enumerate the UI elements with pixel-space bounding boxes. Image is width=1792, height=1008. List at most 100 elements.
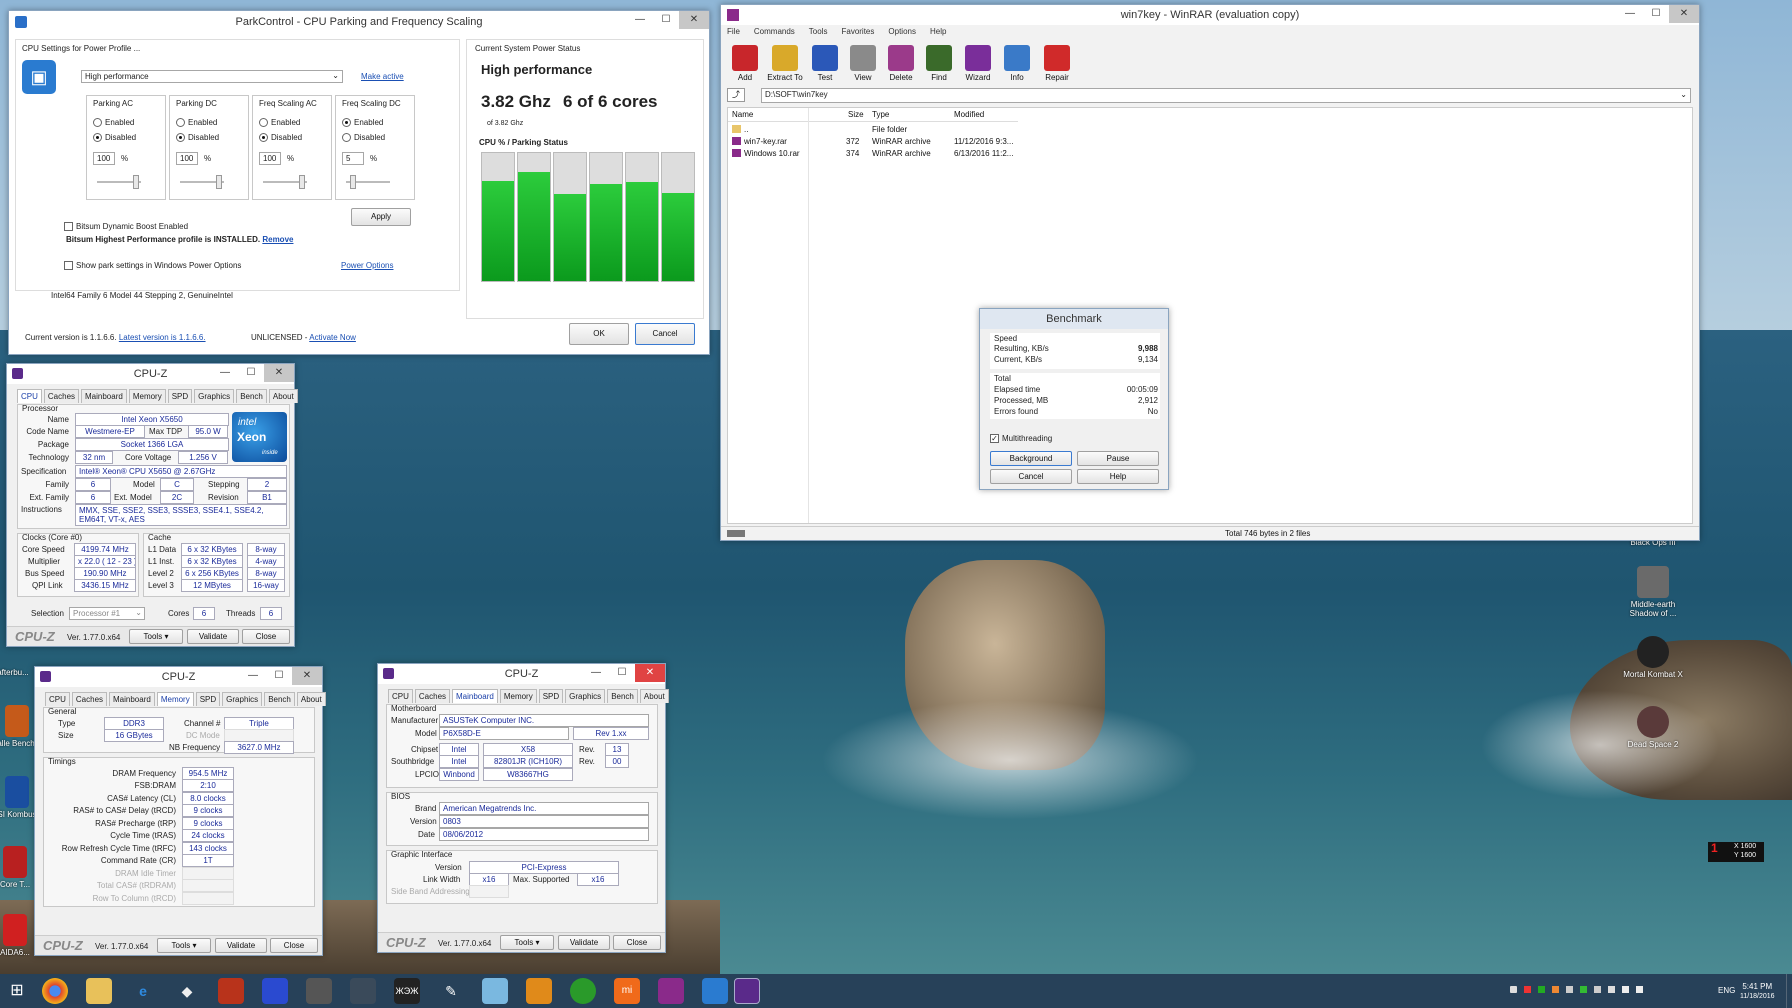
freq-dc-disabled[interactable]: Disabled [342,133,385,143]
tray-icon[interactable] [1566,986,1573,993]
benchmark-cancel-button[interactable]: Cancel [990,469,1072,484]
volume-icon[interactable] [1636,986,1643,993]
game-icon[interactable] [306,978,332,1004]
up-folder-button[interactable]: ⤴ [727,88,745,102]
close-button[interactable]: ✕ [635,664,665,682]
freq-ac-value[interactable]: 100 [259,152,281,165]
hwinfo-icon[interactable]: ЖЭЖ [394,978,420,1004]
tools-button[interactable]: Tools ▾ [157,938,211,953]
menu-file[interactable]: File [727,27,740,36]
background-button[interactable]: Background [990,451,1072,466]
profile-select[interactable]: High performance ⌄ [81,70,343,83]
tab-caches[interactable]: Caches [43,389,80,403]
toolbar-delete[interactable]: Delete [883,43,919,85]
tab-about[interactable]: About [268,389,298,403]
tray-icon[interactable] [1538,986,1545,993]
desktop-icon-middle-earth[interactable]: Middle-earth Shadow of ... [1618,566,1688,618]
tab-memory[interactable]: Memory [128,389,166,403]
tab-bench[interactable]: Bench [607,689,638,703]
parking-ac-disabled[interactable]: Disabled [93,133,136,143]
close-button[interactable]: Close [270,938,318,953]
minimize-button[interactable]: — [627,11,653,29]
freq-dc-enabled[interactable]: Enabled [342,118,383,128]
parking-dc-disabled[interactable]: Disabled [176,133,219,143]
col-type[interactable]: Type [872,110,889,119]
toolbar-add[interactable]: Add [727,43,763,85]
validate-button[interactable]: Validate [215,938,267,953]
tab-graphics[interactable]: Graphics [565,689,606,703]
tab-about[interactable]: About [639,689,669,703]
close-button[interactable]: ✕ [1669,5,1699,23]
close-button[interactable]: Close [613,935,661,950]
winrar-taskbar-icon[interactable] [658,978,684,1004]
menu-favorites[interactable]: Favorites [841,27,874,36]
network-icon[interactable] [1622,986,1629,993]
tab-spd[interactable]: SPD [538,689,564,703]
col-name[interactable]: Name [732,110,753,119]
tab-bench[interactable]: Bench [236,389,267,403]
tab-bench[interactable]: Bench [264,692,295,706]
parking-ac-value[interactable]: 100 [93,152,115,165]
close-button[interactable]: ✕ [264,364,294,382]
tab-mainboard[interactable]: Mainboard [109,692,155,706]
tray-icon[interactable] [1594,986,1601,993]
tab-spd[interactable]: SPD [195,692,221,706]
close-button[interactable]: ✕ [292,667,322,685]
parkcontrol-taskbar-icon[interactable] [702,978,728,1004]
freq-ac-enabled[interactable]: Enabled [259,118,300,128]
desktop-icon-mortal-kombat[interactable]: Mortal Kombat X [1618,636,1688,679]
mi-icon[interactable]: mi [614,978,640,1004]
close-button[interactable]: Close [242,629,290,644]
cpuz-taskbar-icon[interactable] [734,978,760,1004]
parking-dc-enabled[interactable]: Enabled [176,118,217,128]
menu-tools[interactable]: Tools [809,27,828,36]
menu-options[interactable]: Options [888,27,916,36]
toolbar-repair[interactable]: Repair [1037,43,1077,85]
tab-cpu[interactable]: CPU [45,692,70,706]
col-modified[interactable]: Modified [954,110,984,119]
steam-icon[interactable] [350,978,376,1004]
multithreading-checkbox[interactable]: ✓ Multithreading [990,434,1052,444]
maximize-button[interactable]: ☐ [609,664,635,682]
language-indicator[interactable]: ENG [1718,986,1735,995]
tab-caches[interactable]: Caches [71,692,108,706]
benchmark-help-button[interactable]: Help [1077,469,1159,484]
minimize-button[interactable]: — [212,364,238,382]
show-desktop-button[interactable] [1786,974,1792,1008]
maximize-button[interactable]: ☐ [266,667,292,685]
minimize-button[interactable]: — [583,664,609,682]
xbox-icon[interactable] [570,978,596,1004]
tray-icon[interactable] [1580,986,1587,993]
bitdefender-icon[interactable]: ◆ [174,978,200,1004]
parking-ac-slider[interactable] [97,175,141,189]
file-row[interactable]: win7-key.rar 372 WinRAR archive 11/12/20… [728,136,1018,148]
toolbar-extract[interactable]: Extract To [765,43,805,85]
pause-button[interactable]: Pause [1077,451,1159,466]
clock[interactable]: 5:41 PM 11/18/2016 [1740,982,1775,1002]
tab-mainboard[interactable]: Mainboard [81,389,127,403]
toolbar-wizard[interactable]: Wizard [959,43,997,85]
parking-dc-slider[interactable] [180,175,224,189]
internet-explorer-icon[interactable]: e [130,978,156,1004]
chrome-icon[interactable] [42,978,68,1004]
desktop-icon-dead-space[interactable]: Dead Space 2 [1618,706,1688,749]
tab-graphics[interactable]: Graphics [194,389,235,403]
parking-dc-value[interactable]: 100 [176,152,198,165]
close-button[interactable]: ✕ [679,11,709,29]
latest-version-link[interactable]: Latest version is 1.1.6.6. [119,333,206,342]
cancel-button[interactable]: Cancel [635,323,695,345]
tray-icon[interactable] [1510,986,1517,993]
tray-icon[interactable] [1524,986,1531,993]
notepad-icon[interactable] [482,978,508,1004]
make-active-link[interactable]: Make active [361,72,404,81]
tab-mainboard[interactable]: Mainboard [452,689,498,703]
tab-memory[interactable]: Memory [156,692,194,706]
menu-commands[interactable]: Commands [754,27,795,36]
tray-icon[interactable] [1552,986,1559,993]
minimize-button[interactable]: — [1617,5,1643,23]
freq-dc-value[interactable]: 5 [342,152,364,165]
tab-memory[interactable]: Memory [499,689,537,703]
tab-caches[interactable]: Caches [414,689,451,703]
file-row[interactable]: .. File folder [728,124,1018,136]
validate-button[interactable]: Validate [187,629,239,644]
